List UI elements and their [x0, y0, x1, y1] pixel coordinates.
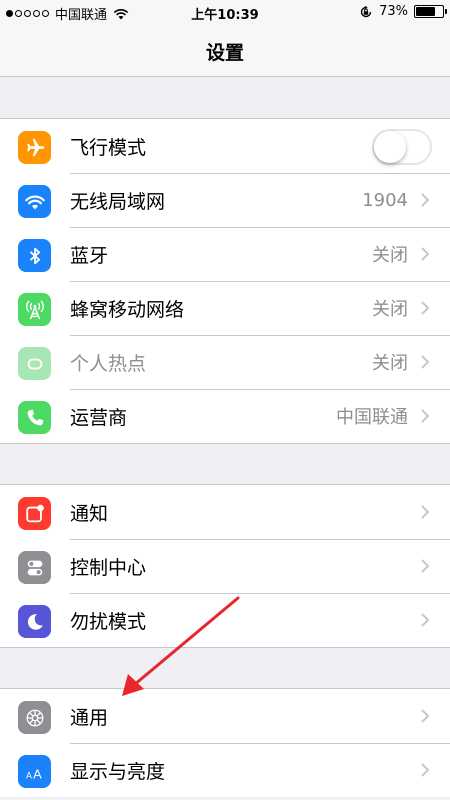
settings-row-personal-hotspot[interactable]: 个人热点 关闭 [0, 335, 450, 389]
navigation-bar: 设置 [0, 24, 450, 77]
notification-icon [18, 497, 51, 530]
text-size-icon: A A [18, 755, 51, 788]
settings-row-general[interactable]: 通用 [0, 689, 450, 743]
battery-icon [414, 5, 447, 18]
settings-row-carrier[interactable]: 运营商 中国联通 [0, 389, 450, 443]
settings-row-value: 关闭 [372, 353, 408, 374]
settings-row-cellular[interactable]: 蜂窝移动网络 关闭 [0, 281, 450, 335]
settings-row-label: 勿扰模式 [70, 610, 147, 633]
svg-text:A: A [33, 766, 42, 781]
settings-row-control-center[interactable]: 控制中心 [0, 539, 450, 593]
settings-row-label: 飞行模式 [70, 136, 147, 159]
settings-group-connectivity: 飞行模式 无线局域网 1904 蓝牙 关闭 蜂窝移动网络 关闭 个人热点 关闭 … [0, 118, 450, 444]
airplane-icon [18, 131, 51, 164]
settings-row-bluetooth[interactable]: 蓝牙 关闭 [0, 227, 450, 281]
settings-group-general: 通用 A A 显示与亮度 [0, 688, 450, 797]
chevron-right-icon [421, 301, 430, 315]
settings-row-value: 关闭 [372, 299, 408, 320]
settings-row-label: 个人热点 [70, 352, 147, 375]
status-bar-right: 73% [359, 4, 447, 19]
phone-icon [18, 401, 51, 434]
settings-row-wifi[interactable]: 无线局域网 1904 [0, 173, 450, 227]
chevron-right-icon [421, 505, 430, 519]
settings-row-label: 显示与亮度 [70, 760, 166, 783]
settings-row-do-not-disturb[interactable]: 勿扰模式 [0, 593, 450, 647]
settings-row-label: 运营商 [70, 406, 128, 429]
battery-tip [445, 9, 447, 14]
chevron-right-icon [421, 763, 430, 777]
settings-row-label: 通知 [70, 502, 109, 525]
settings-row-value: 中国联通 [336, 407, 408, 428]
battery-fill [416, 7, 435, 16]
settings-row-value: 关闭 [372, 245, 408, 266]
chevron-right-icon [421, 409, 430, 423]
settings-row-value: 1904 [362, 189, 408, 211]
wifi-icon [18, 185, 51, 218]
chevron-right-icon [421, 193, 430, 207]
settings-row-label: 蜂窝移动网络 [70, 298, 185, 321]
chevron-right-icon [421, 247, 430, 261]
chevron-right-icon [421, 613, 430, 627]
settings-row-display-brightness[interactable]: A A 显示与亮度 [0, 743, 450, 797]
battery-percent: 73% [379, 4, 408, 19]
settings-row-label: 蓝牙 [70, 244, 109, 267]
svg-text:A: A [25, 770, 32, 780]
cellular-antenna-icon [18, 293, 51, 326]
rotation-lock-icon [360, 5, 372, 17]
toggle-knob [374, 131, 406, 163]
airplane-mode-toggle[interactable] [372, 129, 432, 165]
control-center-icon [18, 551, 51, 584]
settings-group-notifications: 通知 控制中心 勿扰模式 [0, 484, 450, 648]
moon-icon [18, 605, 51, 638]
settings-row-label: 无线局域网 [70, 190, 166, 213]
chevron-right-icon [421, 559, 430, 573]
bluetooth-icon [18, 239, 51, 272]
gear-icon [18, 701, 51, 734]
chevron-right-icon [421, 355, 430, 369]
settings-row-notifications[interactable]: 通知 [0, 485, 450, 539]
chevron-right-icon [421, 709, 430, 723]
hotspot-icon [18, 347, 51, 380]
status-bar: 中国联通 上午10:39 73% [0, 0, 450, 24]
page-title: 设置 [205, 42, 244, 64]
settings-row-label: 通用 [70, 706, 109, 729]
settings-row-label: 控制中心 [70, 556, 147, 579]
settings-row-airplane-mode: 飞行模式 [0, 119, 450, 173]
